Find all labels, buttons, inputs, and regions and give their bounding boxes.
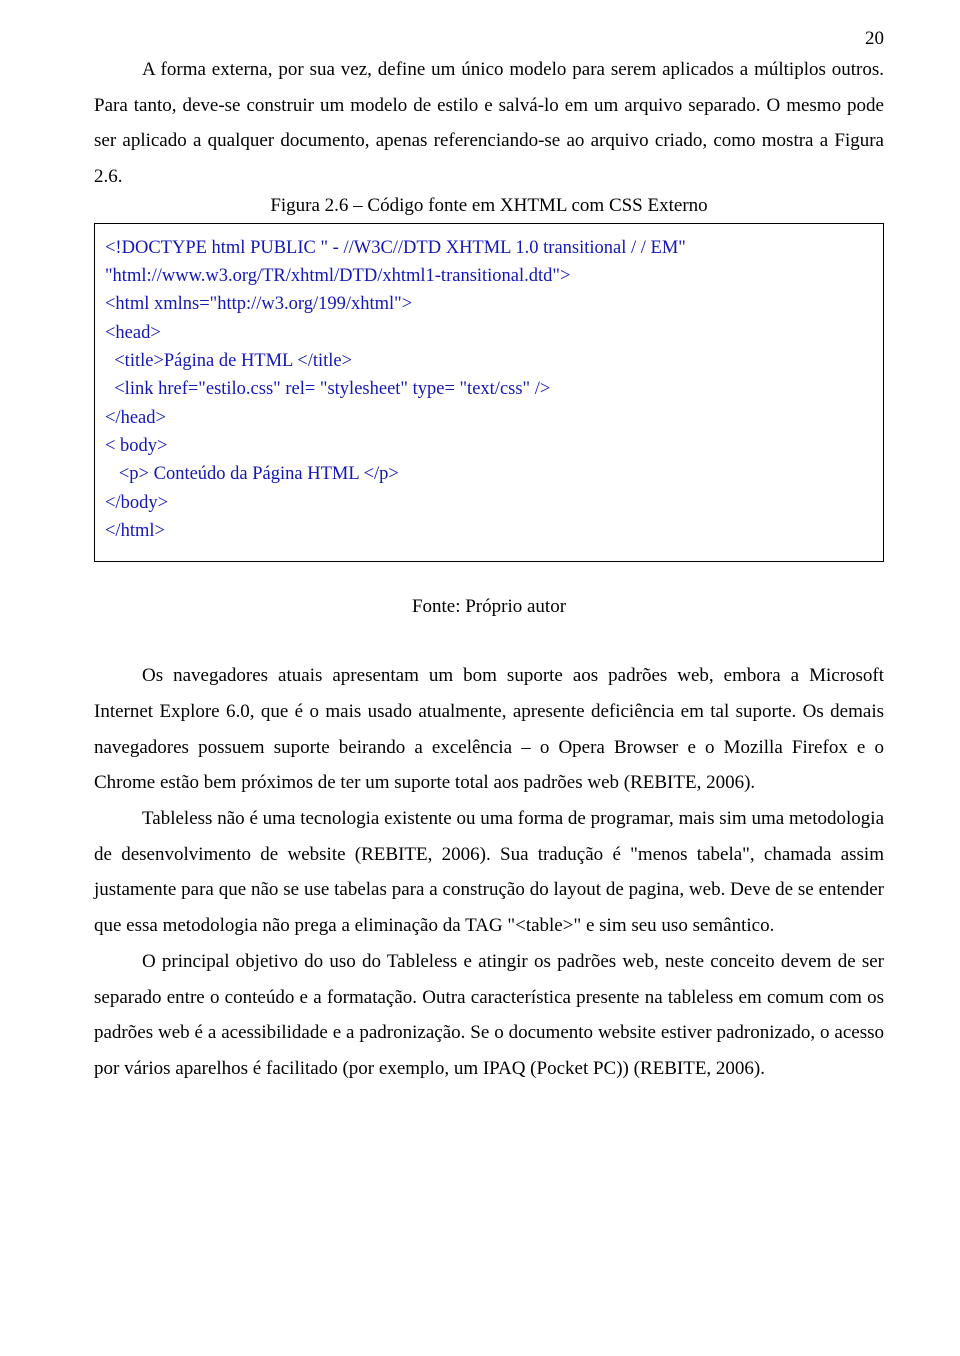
code-listing-box: <!DOCTYPE html PUBLIC " - //W3C//DTD XHT… <box>94 223 884 562</box>
code-line: <!DOCTYPE html PUBLIC " - //W3C//DTD XHT… <box>105 234 873 262</box>
source-caption: Fonte: Próprio autor <box>94 596 884 618</box>
figure-caption: Figura 2.6 – Código fonte em XHTML com C… <box>94 195 884 217</box>
code-line: <title>Página de HTML </title> <box>105 347 873 375</box>
code-line: </body> <box>105 489 873 517</box>
page-number: 20 <box>865 28 884 50</box>
paragraph-1: A forma externa, por sua vez, define um … <box>94 52 884 195</box>
code-line: </html> <box>105 517 873 545</box>
paragraph-4: O principal objetivo do uso do Tableless… <box>94 944 884 1087</box>
code-line: "html://www.w3.org/TR/xhtml/DTD/xhtml1-t… <box>105 262 873 290</box>
code-line: <link href="estilo.css" rel= "stylesheet… <box>105 375 873 403</box>
code-line: </head> <box>105 404 873 432</box>
page-container: 20 A forma externa, por sua vez, define … <box>0 0 960 1356</box>
code-line: <p> Conteúdo da Página HTML </p> <box>105 460 873 488</box>
paragraph-3: Tableless não é uma tecnologia existente… <box>94 801 884 944</box>
code-line: <head> <box>105 319 873 347</box>
paragraph-2: Os navegadores atuais apresentam um bom … <box>94 658 884 801</box>
code-line: < body> <box>105 432 873 460</box>
code-line: <html xmlns="http://w3.org/199/xhtml"> <box>105 290 873 318</box>
